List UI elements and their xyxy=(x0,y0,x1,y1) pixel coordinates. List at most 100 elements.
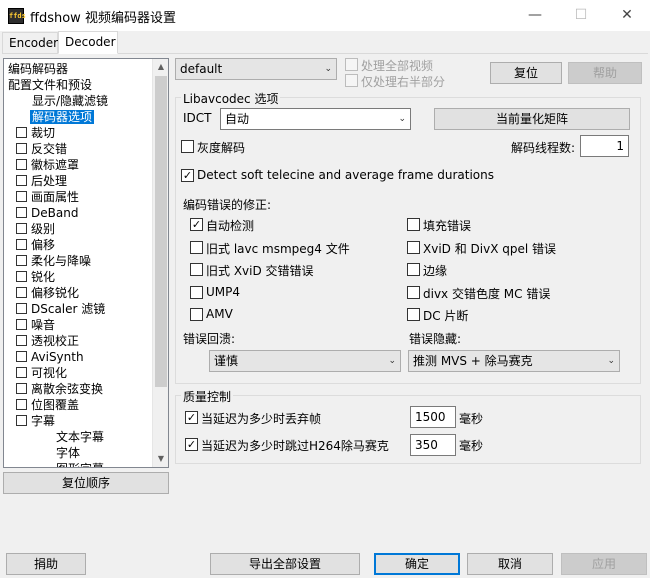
tab-decoder[interactable]: Decoder xyxy=(58,31,118,54)
grayscale-checkbox[interactable] xyxy=(181,140,194,153)
scroll-up-arrow-icon[interactable]: ▲ xyxy=(153,59,168,75)
tree-item-checkbox[interactable] xyxy=(16,271,27,282)
bug-fix-checkbox[interactable] xyxy=(407,240,420,254)
grayscale-label: 灰度解码 xyxy=(197,141,246,155)
process-right-half-label: 仅处理右半部分 xyxy=(361,75,446,89)
tree-item[interactable]: 反交错 xyxy=(16,141,67,157)
idct-combo[interactable]: 自动 ⌄ xyxy=(220,108,411,130)
tree-item[interactable]: 图形字幕 xyxy=(56,461,104,467)
tree-item-checkbox[interactable] xyxy=(16,191,27,202)
bug-fix-checkbox[interactable] xyxy=(190,240,203,254)
tree-item[interactable]: 字体 xyxy=(56,445,80,461)
skip-deblock-checkbox[interactable]: ✓ xyxy=(185,438,198,451)
tree-item[interactable]: 显示/隐藏滤镜 xyxy=(32,93,108,109)
bug-fix-checkbox[interactable] xyxy=(190,263,203,276)
error-concealment-label: 错误隐藏: xyxy=(409,332,462,346)
threads-input[interactable]: 1 xyxy=(580,135,629,157)
tree-item-checkbox[interactable] xyxy=(16,335,27,346)
apply-button[interactable]: 应用 xyxy=(561,553,647,575)
error-resilience-label: 错误回溃: xyxy=(183,332,236,346)
tree-item-checkbox[interactable] xyxy=(16,367,27,378)
bug-fix-checkbox[interactable] xyxy=(407,263,420,276)
cancel-button[interactable]: 取消 xyxy=(467,553,553,575)
maximize-button[interactable]: ☐ xyxy=(558,0,604,31)
tree-item-checkbox[interactable] xyxy=(16,351,27,362)
tree-item[interactable]: 字幕 xyxy=(16,413,55,429)
tree-item[interactable]: 柔化与降噪 xyxy=(16,253,91,269)
tree-item[interactable]: DScaler 滤镜 xyxy=(16,301,105,317)
skip-deblock-input[interactable]: 350 xyxy=(410,434,456,456)
tree-item[interactable]: 编码解码器 xyxy=(8,61,68,77)
tree-item[interactable]: 裁切 xyxy=(16,125,55,141)
bug-fix-checkbox[interactable] xyxy=(190,308,203,321)
error-resilience-combo[interactable]: 谨慎 ⌄ xyxy=(209,350,401,372)
drop-frames-checkbox[interactable]: ✓ xyxy=(185,411,198,424)
preset-combo[interactable]: default ⌄ xyxy=(175,58,337,80)
tree-item[interactable]: 位图覆盖 xyxy=(16,397,79,413)
tree-item-checkbox[interactable] xyxy=(16,383,27,394)
tree-item[interactable]: 离散余弦变换 xyxy=(16,381,103,397)
tree-item-checkbox[interactable] xyxy=(16,143,27,154)
tree-item[interactable]: 配置文件和预设 xyxy=(8,77,92,93)
tree-item[interactable]: 透视校正 xyxy=(16,333,79,349)
tree-item[interactable]: 徽标遮罩 xyxy=(16,157,79,173)
tree-item-checkbox[interactable] xyxy=(16,287,27,298)
tree-item[interactable]: 级别 xyxy=(16,221,55,237)
tree-item-checkbox[interactable] xyxy=(16,207,27,218)
tree-item-checkbox[interactable] xyxy=(16,303,27,314)
tree-item-checkbox[interactable] xyxy=(16,239,27,250)
process-right-half-checkbox[interactable] xyxy=(345,74,358,87)
quant-matrix-button[interactable]: 当前量化矩阵 xyxy=(434,108,630,130)
bug-fix-label: DC 片断 xyxy=(423,309,469,323)
export-settings-button[interactable]: 导出全部设置 xyxy=(210,553,360,575)
window-title: ffdshow 视频编码器设置 xyxy=(30,11,176,26)
tree-item[interactable]: 噪音 xyxy=(16,317,55,333)
tree-item-label: 显示/隐藏滤镜 xyxy=(32,94,109,108)
close-button[interactable]: ✕ xyxy=(604,0,650,31)
tree-item-checkbox[interactable] xyxy=(16,159,27,170)
bug-fix-checkbox[interactable] xyxy=(190,285,203,299)
reset-button[interactable]: 复位 xyxy=(490,62,562,84)
tree-item-checkbox[interactable] xyxy=(16,127,27,138)
tree-item[interactable]: 后处理 xyxy=(16,173,67,189)
tree-item-checkbox[interactable] xyxy=(16,223,27,234)
scroll-thumb[interactable] xyxy=(155,76,167,387)
bug-fix-checkbox[interactable]: ✓ xyxy=(190,218,203,231)
chevron-down-icon: ⌄ xyxy=(607,356,615,366)
idct-label: IDCT xyxy=(183,111,212,125)
tree-item-checkbox[interactable] xyxy=(16,175,27,186)
tree-item[interactable]: 画面属性 xyxy=(16,189,79,205)
tree-item[interactable]: 解码器选项 xyxy=(30,109,95,125)
bug-fix-checkbox[interactable] xyxy=(407,285,420,299)
tree-item-label: AviSynth xyxy=(31,350,84,364)
tree-item-checkbox[interactable] xyxy=(16,399,27,410)
scroll-down-arrow-icon[interactable]: ▼ xyxy=(153,451,168,467)
error-concealment-combo[interactable]: 推测 MVS + 除马赛克 ⌄ xyxy=(408,350,620,372)
filter-tree[interactable]: 编码解码器 配置文件和预设 显示/隐藏滤镜 解码器选项 裁切 反交错 徽标遮罩 后处理 画面属性… xyxy=(3,58,169,468)
error-resilience-value: 谨慎 xyxy=(214,354,239,368)
chevron-down-icon: ⌄ xyxy=(398,114,406,124)
tree-scrollbar[interactable]: ▲ ▼ xyxy=(152,59,168,467)
tree-item-checkbox[interactable] xyxy=(16,255,27,266)
bug-fix-checkbox[interactable] xyxy=(407,308,420,321)
donate-button[interactable]: 捐助 xyxy=(6,553,86,575)
ok-button[interactable]: 确定 xyxy=(374,553,460,575)
telecine-checkbox[interactable]: ✓ xyxy=(181,169,194,182)
tree-item-checkbox[interactable] xyxy=(16,319,27,330)
tree-item[interactable]: AviSynth xyxy=(16,349,84,365)
minimize-button[interactable]: — xyxy=(512,0,558,31)
reset-order-button[interactable]: 复位顺序 xyxy=(3,472,169,494)
tree-item[interactable]: 偏移锐化 xyxy=(16,285,79,301)
tree-item[interactable]: DeBand xyxy=(16,205,78,221)
tree-item-checkbox[interactable] xyxy=(16,415,27,426)
help-button[interactable]: 帮助 xyxy=(568,62,642,84)
tree-item[interactable]: 偏移 xyxy=(16,237,55,253)
tree-item[interactable]: 文本字幕 xyxy=(56,429,104,445)
drop-frames-input[interactable]: 1500 xyxy=(410,406,456,428)
bug-fix-checkbox[interactable] xyxy=(407,218,420,231)
tab-encoder[interactable]: Encoder xyxy=(2,32,58,54)
process-all-checkbox[interactable] xyxy=(345,58,358,71)
tree-item[interactable]: 锐化 xyxy=(16,269,55,285)
tree-item-label: DeBand xyxy=(31,206,79,220)
tree-item[interactable]: 可视化 xyxy=(16,365,67,381)
